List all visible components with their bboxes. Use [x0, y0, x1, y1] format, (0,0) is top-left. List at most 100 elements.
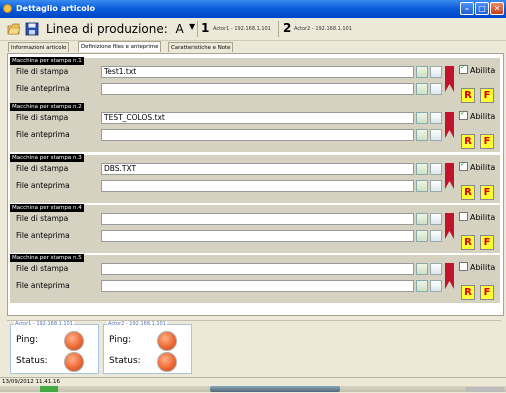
preview-icon[interactable] [430, 112, 442, 124]
actor2-label: Actor2 - 192.168.1.101 [294, 26, 352, 32]
close-button[interactable]: ✕ [490, 2, 504, 15]
browse-file-icon[interactable] [416, 180, 428, 192]
anteprima-file-input[interactable] [101, 180, 414, 192]
machine-block: Macchina per stampa n.5 File di stampa F… [10, 254, 500, 303]
window-titlebar: Dettaglio articolo – □ ✕ [0, 0, 506, 18]
preview-icon[interactable] [430, 280, 442, 292]
app-icon [3, 4, 12, 13]
tab-informazioni-articolo[interactable]: Informazioni articolo [8, 42, 70, 52]
preview-icon[interactable] [430, 163, 442, 175]
anteprima-file-input[interactable] [101, 129, 414, 141]
browse-file-icon[interactable] [416, 112, 428, 124]
bookmark-icon[interactable] [445, 263, 454, 289]
minimize-button[interactable]: – [460, 2, 474, 15]
machine-block: Macchina per stampa n.4 File di stampa F… [10, 204, 500, 253]
status-led [64, 352, 84, 372]
anteprima-label: File anteprima [16, 84, 70, 93]
stampa-label: File di stampa [16, 113, 69, 122]
linea-label-text: Linea di produzione: [46, 22, 168, 36]
anteprima-label: File anteprima [16, 181, 70, 190]
bookmark-icon[interactable] [445, 163, 454, 189]
linea-produzione-select[interactable]: A [175, 22, 183, 36]
machine-title: Macchina per stampa n.4 [10, 204, 84, 212]
abilita-label: Abilita [470, 66, 496, 75]
abilita-checkbox[interactable]: Abilita [459, 160, 495, 172]
r-button[interactable]: R [461, 88, 475, 103]
anteprima-label: File anteprima [16, 130, 70, 139]
bookmark-icon[interactable] [445, 66, 454, 92]
r-button[interactable]: R [461, 134, 475, 149]
machine-block: Macchina per stampa n.3 File di stampa D… [10, 154, 500, 203]
actor2-number: 2 [283, 21, 292, 35]
f-button[interactable]: F [480, 88, 494, 103]
f-button[interactable]: F [480, 285, 494, 300]
r-button[interactable]: R [461, 235, 475, 250]
browse-file-icon[interactable] [416, 83, 428, 95]
abilita-checkbox[interactable]: Abilita [459, 63, 496, 75]
preview-icon[interactable] [430, 66, 442, 78]
browse-file-icon[interactable] [416, 163, 428, 175]
actor2-status-title: Actor2 - 192.168.1.101 [107, 321, 167, 327]
browse-file-icon[interactable] [416, 66, 428, 78]
anteprima-file-input[interactable] [101, 230, 414, 242]
anteprima-file-input[interactable] [101, 280, 414, 292]
abilita-checkbox[interactable]: Abilita [459, 109, 496, 121]
preview-icon[interactable] [430, 129, 442, 141]
save-icon[interactable] [25, 22, 39, 36]
machine-title: Macchina per stampa n.3 [10, 154, 84, 162]
timestamp: 13/09/2012 11.41.16 [2, 379, 60, 385]
anteprima-label: File anteprima [16, 231, 70, 240]
stampa-file-input[interactable]: DBS.TXT [101, 163, 414, 175]
browse-file-icon[interactable] [416, 263, 428, 275]
stampa-file-input[interactable] [101, 213, 414, 225]
actor1-number: 1 [201, 21, 210, 35]
f-button[interactable]: F [480, 134, 494, 149]
stampa-file-input[interactable]: TEST_COLOS.txt [101, 112, 414, 124]
stampa-label: File di stampa [16, 264, 69, 273]
abilita-label: Abilita [470, 112, 496, 121]
machine-block: Macchina per stampa n.1 File di stampa T… [10, 57, 500, 106]
statusbar-panel [466, 387, 504, 392]
f-button[interactable]: F [480, 185, 494, 200]
stampa-file-input[interactable]: Test1.txt [101, 66, 414, 78]
checkbox-box[interactable] [459, 109, 468, 120]
tab-caratteristiche-note[interactable]: Caratteristiche e Note [168, 42, 234, 52]
actor1-status-title: Actor1 - 192.168.1.101 [14, 321, 74, 327]
actor1-label: Actor1 - 192.168.1.101 [213, 26, 271, 32]
status-led [157, 352, 177, 372]
status-label: Status: [109, 356, 141, 366]
checkbox-box[interactable] [459, 160, 468, 171]
ping-status-led [157, 331, 177, 351]
bookmark-icon[interactable] [445, 112, 454, 138]
tab-definizione-files[interactable]: Definizione files e anteprime [78, 41, 162, 52]
f-button[interactable]: F [480, 235, 494, 250]
open-folder-icon[interactable] [7, 22, 21, 36]
maximize-button[interactable]: □ [475, 2, 489, 15]
browse-file-icon[interactable] [416, 129, 428, 141]
window-title: Dettaglio articolo [16, 4, 95, 13]
stampa-file-input[interactable] [101, 263, 414, 275]
checkbox-box[interactable] [459, 63, 468, 74]
anteprima-file-input[interactable] [101, 83, 414, 95]
chevron-down-icon[interactable]: ▼ [189, 22, 195, 31]
preview-icon[interactable] [430, 180, 442, 192]
abilita-checkbox[interactable]: Abilita [459, 212, 495, 222]
browse-file-icon[interactable] [416, 280, 428, 292]
preview-icon[interactable] [430, 83, 442, 95]
checkbox-box[interactable] [459, 262, 468, 271]
bookmark-icon[interactable] [445, 213, 454, 239]
machine-title: Macchina per stampa n.1 [10, 57, 84, 65]
browse-file-icon[interactable] [416, 213, 428, 225]
r-button[interactable]: R [461, 185, 475, 200]
stampa-label: File di stampa [16, 214, 69, 223]
abilita-label: Abilita [470, 263, 496, 272]
browse-file-icon[interactable] [416, 230, 428, 242]
r-button[interactable]: R [461, 285, 475, 300]
preview-icon[interactable] [430, 263, 442, 275]
ping-label: Ping: [16, 335, 39, 345]
preview-icon[interactable] [430, 213, 442, 225]
abilita-checkbox[interactable]: Abilita [459, 262, 495, 272]
preview-icon[interactable] [430, 230, 442, 242]
horizontal-scrollbar[interactable] [210, 386, 340, 392]
checkbox-box[interactable] [459, 212, 468, 221]
